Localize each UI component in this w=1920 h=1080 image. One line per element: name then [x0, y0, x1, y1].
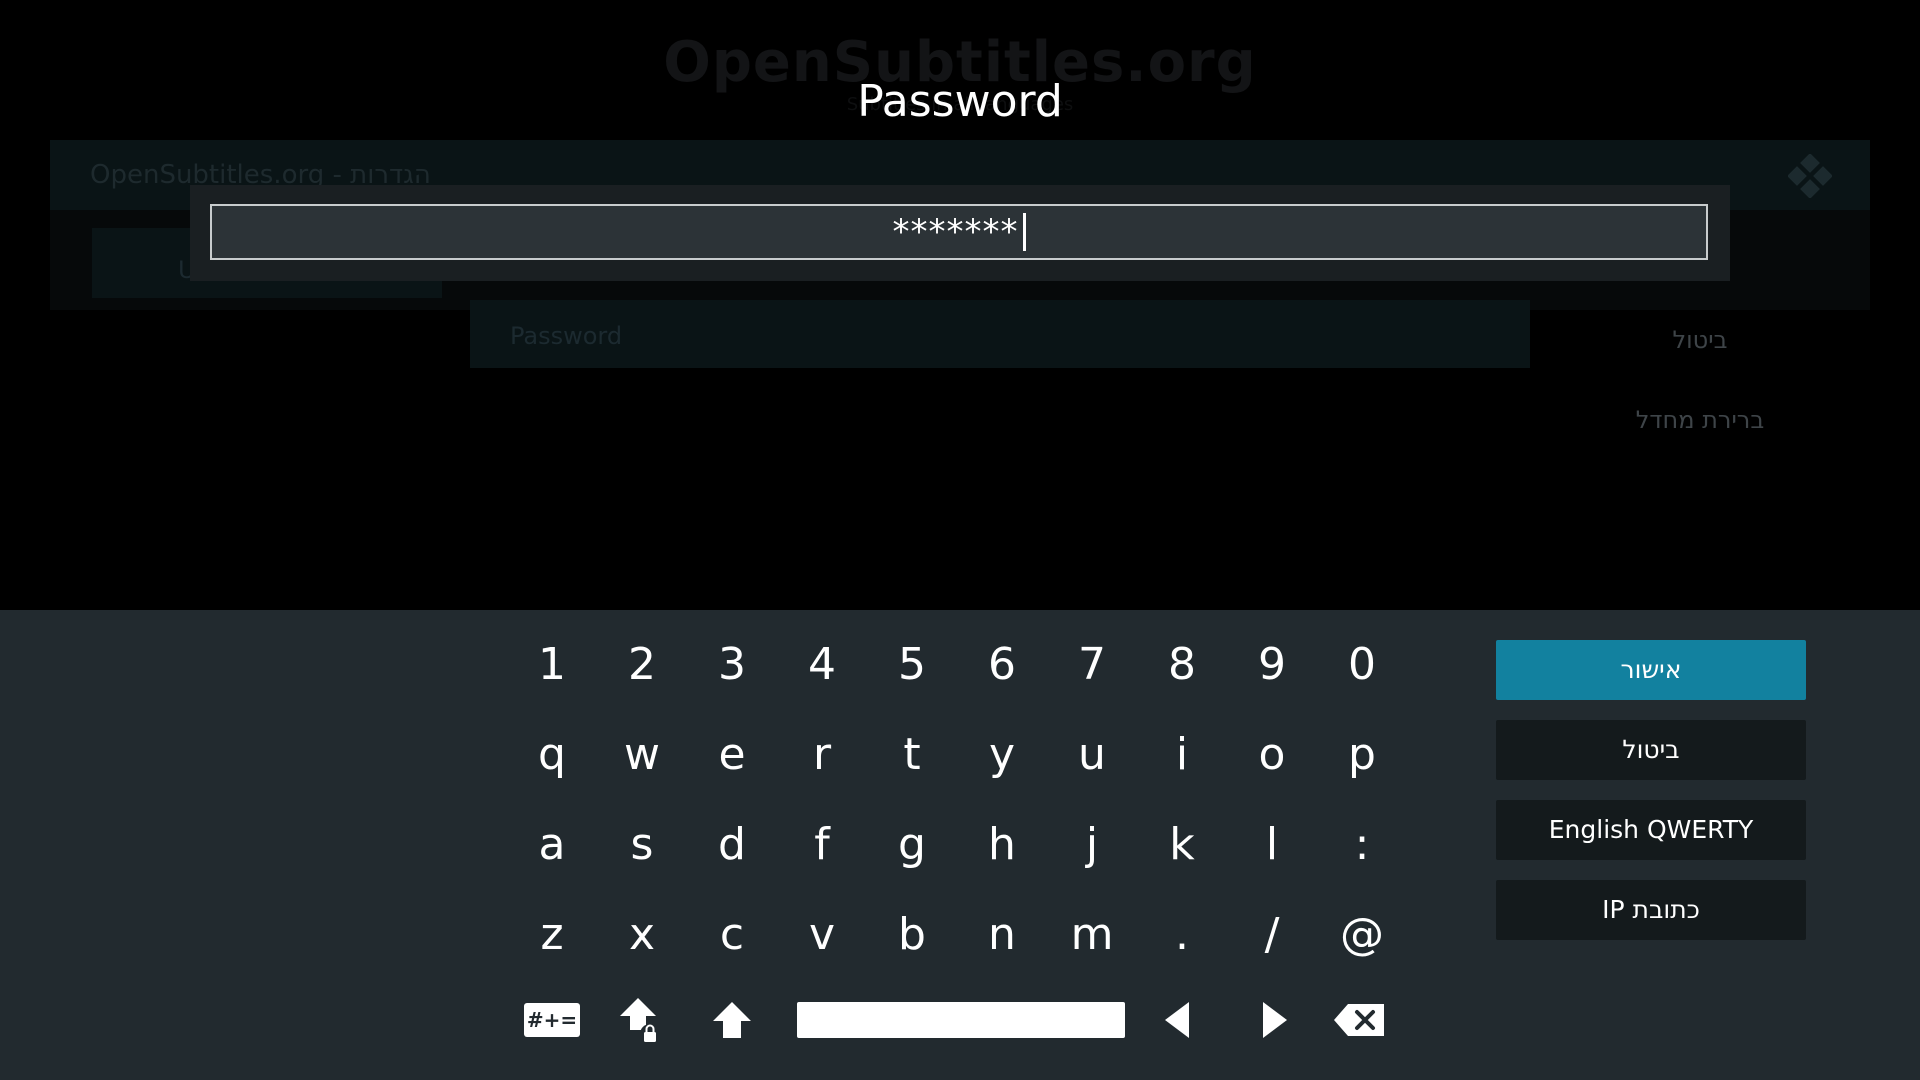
symbols-key[interactable]: #+=	[512, 992, 592, 1048]
key-a[interactable]: a	[512, 810, 592, 880]
key-z[interactable]: z	[512, 900, 592, 970]
password-input-value: *******	[212, 212, 1706, 252]
key-9[interactable]: 9	[1232, 630, 1312, 700]
cursor-left-glyph	[1165, 1002, 1189, 1038]
key-w[interactable]: w	[602, 720, 682, 790]
ip-address-button[interactable]: כתובת IP	[1496, 880, 1806, 940]
dialog-title: Password	[857, 76, 1063, 127]
key-m[interactable]: m	[1052, 900, 1132, 970]
cursor-right-icon[interactable]	[1234, 992, 1314, 1048]
key-o[interactable]: o	[1232, 720, 1312, 790]
key-x[interactable]: x	[602, 900, 682, 970]
backspace-icon[interactable]	[1320, 992, 1400, 1048]
password-input[interactable]: *******	[210, 204, 1708, 260]
key-s[interactable]: s	[602, 810, 682, 880]
settings-defaults-item: ברירת מחדל	[1635, 406, 1765, 434]
key-i[interactable]: i	[1142, 720, 1222, 790]
key-2[interactable]: 2	[602, 630, 682, 700]
shift-icon[interactable]	[692, 992, 772, 1048]
key-y[interactable]: y	[962, 720, 1042, 790]
layout-button[interactable]: English QWERTY	[1496, 800, 1806, 860]
key-c[interactable]: c	[692, 900, 772, 970]
key-p[interactable]: p	[1322, 720, 1402, 790]
ok-button[interactable]: אישור	[1496, 640, 1806, 700]
cursor-right-glyph	[1263, 1002, 1287, 1038]
shift-glyph	[713, 1002, 751, 1038]
key-u[interactable]: u	[1052, 720, 1132, 790]
space-bar[interactable]	[797, 1002, 1125, 1038]
key-t[interactable]: t	[872, 720, 952, 790]
key-f[interactable]: f	[782, 810, 862, 880]
key-colon[interactable]: :	[1322, 810, 1402, 880]
key-r[interactable]: r	[782, 720, 862, 790]
key-period[interactable]: .	[1142, 900, 1222, 970]
cursor-left-icon[interactable]	[1138, 992, 1218, 1048]
key-b[interactable]: b	[872, 900, 952, 970]
key-7[interactable]: 7	[1052, 630, 1132, 700]
key-3[interactable]: 3	[692, 630, 772, 700]
masked-password: *******	[892, 212, 1019, 252]
backspace-glyph	[1334, 1004, 1384, 1036]
key-j[interactable]: j	[1052, 810, 1132, 880]
kodi-logo-icon	[1788, 154, 1832, 198]
cancel-button[interactable]: ביטול	[1496, 720, 1806, 780]
settings-password-label: Password	[510, 322, 623, 350]
key-l[interactable]: l	[1232, 810, 1312, 880]
key-e[interactable]: e	[692, 720, 772, 790]
key-1[interactable]: 1	[512, 630, 592, 700]
key-g[interactable]: g	[872, 810, 952, 880]
key-q[interactable]: q	[512, 720, 592, 790]
key-4[interactable]: 4	[782, 630, 862, 700]
key-8[interactable]: 8	[1142, 630, 1222, 700]
key-6[interactable]: 6	[962, 630, 1042, 700]
key-slash[interactable]: /	[1232, 900, 1312, 970]
text-caret	[1022, 213, 1026, 251]
settings-password-field: Password	[470, 300, 1530, 368]
key-at[interactable]: @	[1322, 900, 1402, 970]
key-n[interactable]: n	[962, 900, 1042, 970]
settings-cancel-item: ביטול	[1672, 326, 1728, 354]
key-v[interactable]: v	[782, 900, 862, 970]
caps-lock-glyph	[620, 998, 660, 1044]
symbols-key-label: #+=	[524, 1003, 580, 1037]
key-d[interactable]: d	[692, 810, 772, 880]
caps-lock-icon[interactable]	[602, 992, 682, 1048]
key-0[interactable]: 0	[1322, 630, 1402, 700]
key-k[interactable]: k	[1142, 810, 1222, 880]
key-5[interactable]: 5	[872, 630, 952, 700]
key-h[interactable]: h	[962, 810, 1042, 880]
